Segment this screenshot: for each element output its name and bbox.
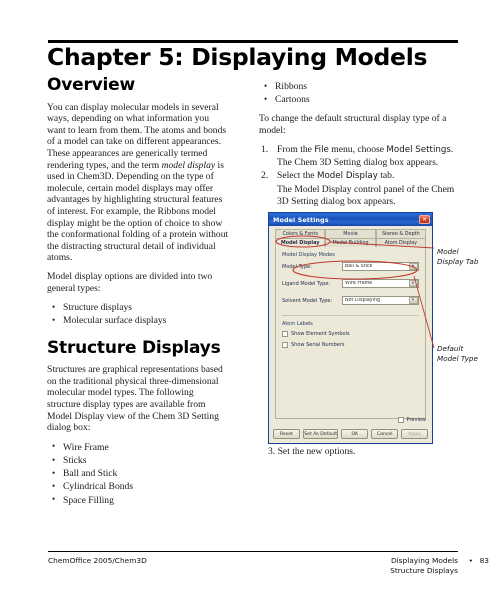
- dialog-body: Colors & Fonts Movie Stereo & Depth Mode…: [269, 226, 432, 443]
- checkbox-show-serial-numbers[interactable]: Show Serial Numbers: [282, 342, 419, 348]
- dialog-title-text: Model Settings: [273, 215, 329, 224]
- list-item: Cartoons: [259, 93, 455, 106]
- panel-divider: [282, 315, 419, 316]
- overview-p1-part-b: is used in Chem3D. Depending on the type…: [47, 159, 229, 264]
- checkbox-label: Show Element Symbols: [291, 331, 350, 337]
- overview-bullet-list: Structure displays Molecular surface dis…: [47, 301, 229, 328]
- dialog-tab-row-bottom: Model Display Model Building Atom Displa…: [275, 238, 426, 247]
- list-item: Ribbons: [259, 79, 455, 93]
- left-column: Overview You can display molecular model…: [47, 76, 229, 514]
- overview-paragraph-2: Model display options are divided into t…: [47, 271, 213, 294]
- step-1-result: The Chem 3D Setting dialog box appears.: [277, 157, 439, 168]
- apply-button: Apply: [401, 429, 428, 439]
- annotation-label-model-display-tab: Model Display Tab: [437, 247, 479, 266]
- chevron-down-icon[interactable]: ▾: [408, 280, 418, 287]
- label-model-type: Model Type:: [282, 263, 312, 270]
- footer-right-text: Displaying Models Structure Displays: [328, 556, 458, 575]
- tab-stereo-and-depth[interactable]: Stereo & Depth: [375, 229, 426, 238]
- ligand-model-type-dropdown[interactable]: Wire Frame ▾: [342, 279, 419, 288]
- dialog-title-bar: Model Settings ✕: [269, 213, 432, 226]
- model-display-panel: Model Display Modes Model Type: Ball & S…: [275, 247, 426, 419]
- solvent-model-type-value: Not Displaying: [345, 298, 381, 303]
- heading-structure-displays: Structure Displays: [47, 337, 221, 358]
- tab-colors-and-fonts[interactable]: Colors & Fonts: [275, 229, 326, 238]
- checkbox-preview[interactable]: Preview: [397, 417, 426, 423]
- set-as-default-button[interactable]: Set As Default: [302, 429, 339, 439]
- step-emphasis-model-display: Model Display: [316, 171, 378, 182]
- step-emphasis-model-settings: Model Settings: [386, 144, 451, 155]
- reset-button[interactable]: Reset: [273, 429, 300, 439]
- footer-rule: [48, 551, 458, 552]
- right-intro-paragraph: To change the default structural display…: [259, 113, 447, 136]
- list-item: Molecular surface displays: [47, 314, 229, 327]
- list-item: Structure displays: [47, 301, 229, 314]
- checkbox-box[interactable]: [397, 417, 404, 423]
- structure-paragraph: Structures are graphical representations…: [47, 364, 223, 434]
- step-text-c: .: [450, 143, 454, 155]
- checkbox-label: Show Serial Numbers: [291, 342, 345, 348]
- model-type-dropdown[interactable]: Ball & Stick ▾: [342, 262, 419, 271]
- dialog-button-row: Reset Set As Default OK Cancel Apply: [273, 429, 428, 439]
- footer-right-line-2: Structure Displays: [390, 565, 458, 575]
- list-item: Wire Frame: [47, 440, 229, 454]
- structure-bullet-list: Wire Frame Sticks Ball and Stick Cylindr…: [47, 440, 229, 507]
- overview-paragraph-1: You can display molecular models in seve…: [47, 102, 229, 264]
- label-solvent-model-type: Solvent Model Type:: [282, 297, 333, 304]
- tab-atom-display[interactable]: Atom Display: [375, 238, 426, 247]
- procedure-step-1: 1. From the File menu, choose Model Setti…: [259, 144, 455, 170]
- group-label-model-display-modes: Model Display Modes: [282, 252, 335, 258]
- checkbox-box[interactable]: [282, 342, 288, 348]
- page-title: Chapter 5: Displaying Models: [47, 43, 428, 71]
- procedure-step-list: 1. From the File menu, choose Model Setti…: [259, 144, 455, 209]
- procedure-step-3: 3. Set the new options.: [268, 446, 356, 457]
- footer-page-number: 83: [479, 556, 489, 565]
- right-column: Ribbons Cartoons To change the default s…: [259, 79, 455, 210]
- field-model-type: Model Type: Ball & Stick ▾: [282, 262, 419, 271]
- close-icon[interactable]: ✕: [419, 215, 430, 224]
- list-item: Sticks: [47, 454, 229, 467]
- ligand-model-type-value: Wire Frame: [345, 281, 373, 286]
- ok-button[interactable]: OK: [341, 429, 369, 439]
- step-2-result: The Model Display control panel of the C…: [277, 183, 455, 208]
- heading-overview: Overview: [47, 75, 135, 95]
- cancel-button[interactable]: Cancel: [371, 429, 399, 439]
- list-item: Cylindrical Bonds: [47, 480, 229, 493]
- document-page: Chapter 5: Displaying Models Overview Yo…: [0, 0, 500, 600]
- footer-left-text: ChemOffice 2005/Chem3D: [48, 556, 147, 565]
- list-item: Ball and Stick: [47, 467, 229, 480]
- step-text-b: menu, choose: [328, 143, 387, 155]
- step-number: 1.: [261, 143, 269, 155]
- field-solvent-model-type: Solvent Model Type: Not Displaying ▾: [282, 296, 419, 305]
- model-settings-dialog[interactable]: Model Settings ✕ Colors & Fonts Movie St…: [268, 212, 433, 444]
- overview-p1-italic: model display: [161, 159, 216, 171]
- step-text-a: From the: [277, 143, 315, 155]
- step-number: 2.: [261, 170, 269, 182]
- checkbox-box[interactable]: [282, 331, 288, 337]
- tab-movie[interactable]: Movie: [325, 229, 376, 238]
- dialog-tab-row-top: Colors & Fonts Movie Stereo & Depth: [275, 229, 426, 238]
- checkbox-label: Preview: [406, 417, 426, 423]
- solvent-model-type-dropdown[interactable]: Not Displaying ▾: [342, 296, 419, 305]
- chevron-down-icon[interactable]: ▾: [408, 297, 418, 304]
- label-ligand-model-type: Ligand Model Type:: [282, 280, 331, 287]
- tab-model-building[interactable]: Model Building: [325, 238, 376, 247]
- group-label-atom-labels: Atom Labels: [282, 321, 313, 327]
- step-emphasis-file-menu: File: [314, 144, 329, 155]
- chevron-down-icon[interactable]: ▾: [408, 263, 418, 270]
- step-text-a: Select the: [277, 170, 317, 182]
- annotation-label-default-model-type: Default Model Type: [437, 344, 478, 363]
- right-top-bullet-list: Ribbons Cartoons: [259, 79, 455, 106]
- model-type-value: Ball & Stick: [345, 264, 373, 269]
- checkbox-show-element-symbols[interactable]: Show Element Symbols: [282, 331, 419, 337]
- footer-bullet: •: [468, 556, 473, 565]
- procedure-step-2: 2. Select the Model Display tab. The Mode…: [259, 170, 455, 208]
- list-item: Space Filling: [47, 493, 229, 507]
- step-text-b: tab.: [377, 170, 395, 182]
- tab-model-display[interactable]: Model Display: [275, 238, 326, 247]
- field-ligand-model-type: Ligand Model Type: Wire Frame ▾: [282, 279, 419, 288]
- footer-right-line-1: Displaying Models: [390, 556, 458, 565]
